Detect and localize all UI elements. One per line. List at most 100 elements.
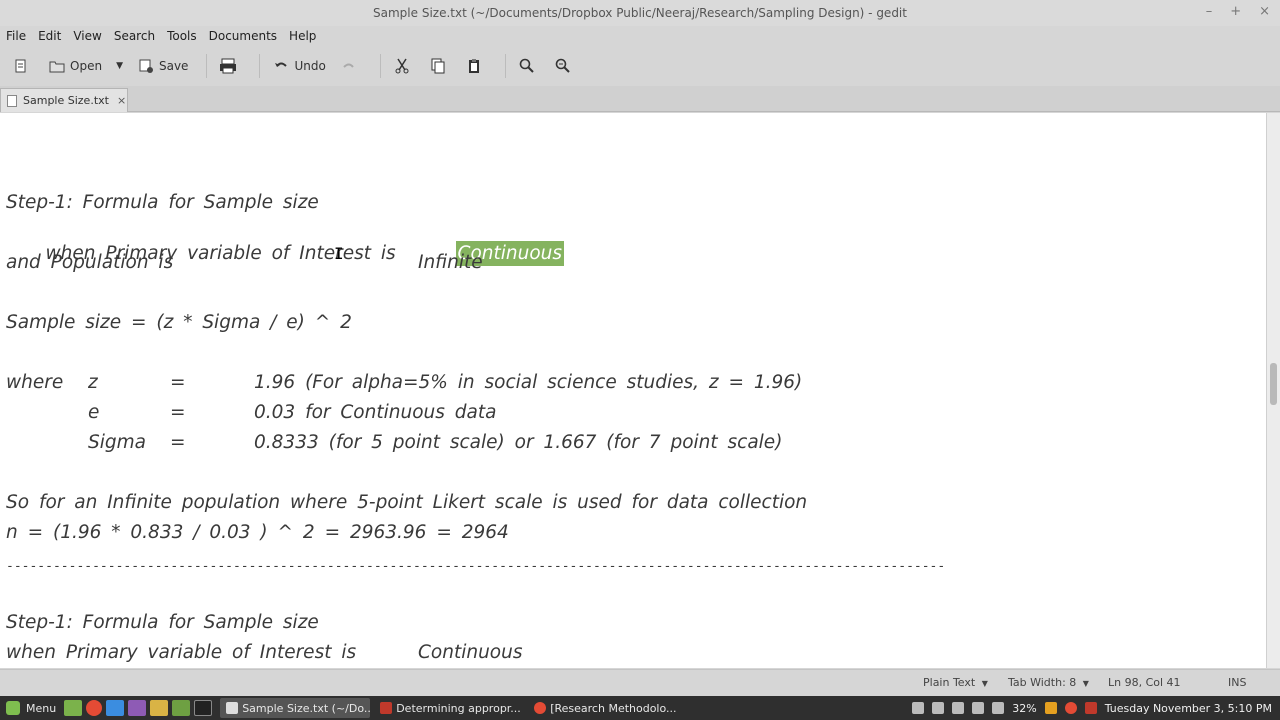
open-dropdown-icon[interactable]: ▼ (116, 61, 123, 71)
copy-button[interactable] (425, 52, 455, 80)
task-gedit[interactable]: Sample Size.txt (~/Do... (220, 698, 371, 718)
text-line: So for an Infinite population where 5-po… (6, 492, 808, 513)
window-controls: – + × (1206, 4, 1270, 19)
language-selector[interactable]: Plain Text ▼ (923, 676, 988, 689)
recorder-icon[interactable] (1084, 702, 1097, 714)
tab-sample-size[interactable]: Sample Size.txt × (0, 88, 128, 112)
toolbar-separator (379, 54, 381, 78)
status-bar: Plain Text ▼ Tab Width: 8 ▼ Ln 98, Col 4… (0, 669, 1280, 695)
menu-help[interactable]: Help (289, 29, 316, 43)
menu-file[interactable]: File (6, 29, 26, 43)
text-segment: = (170, 432, 186, 453)
folder-icon[interactable] (172, 700, 191, 716)
text-line: and Population is (6, 252, 174, 273)
document-viewer-icon (380, 702, 393, 714)
battery-percent: 32% (1012, 701, 1037, 715)
window-titlebar: Sample Size.txt (~/Documents/Dropbox Pub… (0, 0, 1280, 26)
menu-view[interactable]: View (73, 29, 101, 43)
chevron-down-icon: ▼ (981, 679, 988, 688)
undo-button[interactable]: Undo (268, 52, 329, 80)
paste-button[interactable] (461, 52, 491, 80)
clock[interactable]: Tuesday November 3, 5:10 PM (1105, 702, 1272, 715)
scissors-icon (393, 57, 411, 75)
notification-icon[interactable] (1044, 702, 1057, 714)
tab-width-label: Tab Width: 8 (1008, 676, 1077, 689)
taskbar: Menu Sample Size.txt (~/Do... Determinin… (0, 696, 1280, 720)
save-button[interactable]: Save (133, 52, 192, 80)
maximize-button[interactable]: + (1230, 4, 1241, 19)
menu-bar: File Edit View Search Tools Documents He… (0, 26, 1280, 46)
vertical-scrollbar[interactable] (1266, 113, 1280, 668)
text-segment: Infinite (418, 252, 483, 273)
find-button[interactable] (514, 52, 544, 80)
gedit-icon (226, 702, 239, 714)
mint-logo-icon (6, 701, 20, 715)
find-replace-button[interactable] (550, 52, 580, 80)
new-document-button[interactable] (8, 52, 38, 80)
tab-label: Sample Size.txt (23, 94, 109, 107)
menu-search[interactable]: Search (114, 29, 155, 43)
printer-icon (219, 57, 237, 75)
save-icon (137, 57, 155, 75)
minimize-button[interactable]: – (1206, 4, 1213, 19)
system-tray: 32% Tuesday November 3, 5:10 PM (912, 696, 1272, 720)
task-browser[interactable]: [Research Methodolo... (528, 698, 678, 718)
redo-button[interactable] (336, 52, 366, 80)
text-line: when Primary variable of Interest is (6, 642, 357, 663)
cut-button[interactable] (389, 52, 419, 80)
task-label: Determining appropr... (396, 701, 521, 715)
undo-label: Undo (294, 59, 326, 73)
close-window-button[interactable]: × (1259, 4, 1270, 19)
open-label: Open (70, 59, 103, 73)
close-tab-icon[interactable]: × (117, 94, 126, 107)
text-segment: z (88, 372, 98, 393)
text-line: Step-1: Formula for Sample size (6, 612, 319, 633)
text-editor[interactable]: Step-1: Formula for Sample size when Pri… (0, 113, 1266, 668)
notes-icon[interactable] (150, 700, 169, 716)
text-segment: where (6, 372, 64, 393)
app-launcher-icon[interactable] (128, 700, 147, 716)
menu-tools[interactable]: Tools (167, 29, 197, 43)
text-segment: 1.96 (For alpha=5% in social science stu… (254, 372, 803, 393)
menu-documents[interactable]: Documents (209, 29, 277, 43)
text-file-icon (7, 94, 17, 107)
document-tabbar: Sample Size.txt × (0, 86, 1280, 112)
text-line: Sample size = (z * Sigma / e) ^ 2 (6, 312, 352, 333)
network-icon[interactable] (952, 702, 965, 714)
terminal-icon[interactable] (194, 700, 213, 716)
toolbar-separator (206, 54, 208, 78)
tab-width-selector[interactable]: Tab Width: 8 ▼ (1008, 676, 1089, 689)
menu-label: Menu (26, 701, 57, 715)
app-launcher-icon[interactable] (106, 700, 125, 716)
save-label: Save (158, 59, 189, 73)
clipboard-icon (465, 57, 483, 75)
task-label: [Research Methodolo... (550, 701, 677, 715)
text-segment: 0.03 for Continuous data (254, 402, 497, 423)
ibeam-cursor-icon: I (334, 244, 344, 263)
chrome-icon (534, 702, 547, 714)
task-document[interactable]: Determining appropr... (374, 698, 524, 718)
text-segment: Sigma (88, 432, 146, 453)
chrome-tray-icon[interactable] (1064, 702, 1077, 714)
undo-icon (272, 57, 290, 75)
text-line: Step-1: Formula for Sample size (6, 192, 319, 213)
open-button[interactable]: Open ▼ (44, 52, 127, 80)
volume-icon[interactable] (972, 702, 985, 714)
text-segment: = (170, 372, 186, 393)
task-label: Sample Size.txt (~/Do... (242, 701, 371, 715)
start-menu-button[interactable]: Menu (0, 696, 64, 720)
battery-icon[interactable] (992, 702, 1005, 714)
show-desktop-icon[interactable] (64, 700, 83, 716)
scrollbar-thumb[interactable] (1270, 363, 1277, 405)
selected-text: Continuous (416, 222, 565, 266)
user-icon[interactable] (912, 702, 925, 714)
bluetooth-icon[interactable] (932, 702, 945, 714)
text-segment: 0.8333 (for 5 point scale) or 1.667 (for… (254, 432, 783, 453)
chevron-down-icon: ▼ (1082, 679, 1089, 688)
print-button[interactable] (215, 52, 245, 80)
menu-edit[interactable]: Edit (38, 29, 61, 43)
find-replace-icon (554, 57, 572, 75)
new-document-icon (12, 57, 30, 75)
toolbar-separator (504, 54, 506, 78)
chrome-icon[interactable] (86, 700, 103, 716)
